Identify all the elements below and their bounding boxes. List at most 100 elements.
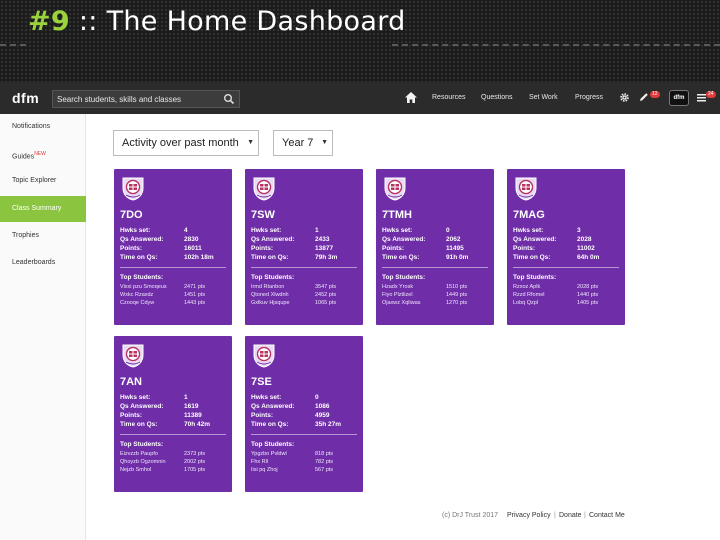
top-student-name[interactable]: Irmd Rtanbon [251,284,313,290]
top-student-points: 567 pts [315,467,334,473]
period-select-value: Activity over past month [122,137,239,149]
stat-label-time: Time on Qs: [251,254,289,261]
nav-progress[interactable]: Progress [575,94,603,101]
menu-icon[interactable] [697,93,706,102]
nav-set-work[interactable]: Set Work [529,94,558,101]
home-icon[interactable] [405,92,417,103]
stat-label-points: Points: [251,245,274,252]
class-card-7tmh[interactable]: 7TMH Hwks set: 0 Qs Answered: 2062 Points: 114… [376,169,494,325]
sidebar: Notifications GuidesNEW Topic Explorer C… [0,114,86,540]
school-crest-icon [515,177,537,201]
top-student-points: 2028 pts [577,284,599,290]
top-student-name[interactable]: Hzadx Yrosk [382,284,444,290]
search-input[interactable] [57,92,217,106]
avatar[interactable]: dfm [669,90,689,106]
stat-label-points: Points: [251,412,274,419]
stat-value-time: 35h 27m [315,421,342,428]
top-student-name[interactable]: Iisi pq Zhoj [251,467,313,473]
stat-label-qs: Qs Answered: [251,403,295,410]
footer-contact-link[interactable]: Contact Me [589,512,625,519]
class-card-7sw[interactable]: 7SW Hwks set: 1 Qs Answered: 2433 Points: 1387… [245,169,363,325]
card-divider [251,434,357,435]
school-crest-icon [122,344,144,368]
footer-donate-link[interactable]: Donate [559,512,582,519]
top-student-name[interactable]: Nejzb Smhol [120,467,182,473]
class-name: 7MAG [513,209,545,221]
nav-questions[interactable]: Questions [481,94,513,101]
year-select[interactable]: Year 7 ▼ [273,130,333,156]
top-students-heading: Top Students: [513,274,557,281]
class-card-7an[interactable]: 7AN Hwks set: 1 Qs Answered: 1619 Points: 1138… [114,336,232,492]
sidebar-item-class-summary[interactable]: Class Summary [0,196,86,222]
top-student-name[interactable]: Qtoned Xlwdnh [251,292,313,298]
period-select[interactable]: Activity over past month ▼ [113,130,259,156]
pencil-icon[interactable] [639,92,649,102]
slide-title-text: :: The Home Dashboard [70,6,406,37]
top-student-name[interactable]: Czooqe Cdyw [120,300,182,306]
footer-separator: | [584,512,586,519]
stat-value-points: 11002 [577,245,595,252]
top-students-heading: Top Students: [382,274,426,281]
top-student-name[interactable]: Lobq Qzpl [513,300,575,306]
class-name: 7TMH [382,209,412,221]
stat-label-points: Points: [120,412,143,419]
top-student-name[interactable]: Fiyo Plztlizel [382,292,444,298]
search-icon[interactable] [223,93,235,105]
top-student-name[interactable]: Ojaxwz Xqliwas [382,300,444,306]
sidebar-item-trophies[interactable]: Trophies [0,223,86,249]
top-student-name[interactable]: Gxlkuv Hjsqupe [251,300,313,306]
top-student-points: 2452 pts [315,292,337,298]
stat-value-hwks: 4 [184,227,188,234]
stat-label-qs: Qs Answered: [251,236,295,243]
footer-separator: | [554,512,556,519]
card-divider [120,267,226,268]
dfm-logo[interactable]: dfm [12,90,39,106]
stat-label-hwks: Hwks set: [120,394,151,401]
top-student-points: 1443 pts [184,300,206,306]
class-card-7se[interactable]: 7SE Hwks set: 0 Qs Answered: 1086 Points: 4959… [245,336,363,492]
sidebar-item-guides[interactable]: GuidesNEW [0,141,86,167]
footer-privacy-link[interactable]: Privacy Policy [507,512,551,519]
top-student-name[interactable]: Rzzd Rfomel [513,292,575,298]
top-student-points: 1440 pts [577,292,599,298]
stat-label-points: Points: [120,245,143,252]
top-student-points: 1449 pts [446,292,468,298]
class-card-7mag[interactable]: 7MAG Hwks set: 3 Qs Answered: 2028 Points: 110… [507,169,625,325]
sidebar-item-leaderboards[interactable]: Leaderboards [0,250,86,276]
stat-label-hwks: Hwks set: [251,227,282,234]
search-box [52,90,240,108]
top-student-points: 818 pts [315,451,334,457]
sidebar-item-notifications[interactable]: Notifications [0,114,86,140]
top-student-points: 1270 pts [446,300,468,306]
sidebar-item-topic-explorer[interactable]: Topic Explorer [0,168,86,194]
pencil-badge: 12 [650,91,660,98]
stat-value-hwks: 3 [577,227,581,234]
top-student-name[interactable]: Fhx Rll [251,459,313,465]
top-students-heading: Top Students: [251,441,295,448]
top-student-name[interactable]: Qhoyzb Ogzomnin [120,459,182,465]
top-student-name[interactable]: Eizvzzb Paupfo [120,451,182,457]
top-student-name[interactable]: Ypgzbo Pvldwl [251,451,313,457]
menu-badge: 24 [706,91,716,98]
stat-value-hwks: 1 [184,394,188,401]
nav-resources[interactable]: Resources [432,94,465,101]
class-name: 7SW [251,209,275,221]
stat-value-qs: 2830 [184,236,199,243]
gear-icon[interactable] [619,92,630,103]
stat-value-qs: 1086 [315,403,330,410]
top-student-name[interactable]: Rzxoz Aplk [513,284,575,290]
school-crest-icon [253,177,275,201]
stat-label-hwks: Hwks set: [382,227,413,234]
top-student-points: 782 pts [315,459,334,465]
stat-value-hwks: 0 [446,227,450,234]
stat-value-time: 70h 42m [184,421,211,428]
stat-label-points: Points: [513,245,536,252]
stat-label-hwks: Hwks set: [513,227,544,234]
stat-value-qs: 2062 [446,236,461,243]
class-card-7do[interactable]: 7DO Hwks set: 4 Qs Answered: 2830 Points: 1601… [114,169,232,325]
footer-copyright: (c) DrJ Trust 2017 [442,512,499,519]
top-student-points: 1405 pts [577,300,599,306]
top-student-name[interactable]: Wxkc Rzaxdz [120,292,182,298]
top-student-name[interactable]: Vixxi pzu Smoqeus [120,284,182,290]
stat-value-hwks: 1 [315,227,319,234]
